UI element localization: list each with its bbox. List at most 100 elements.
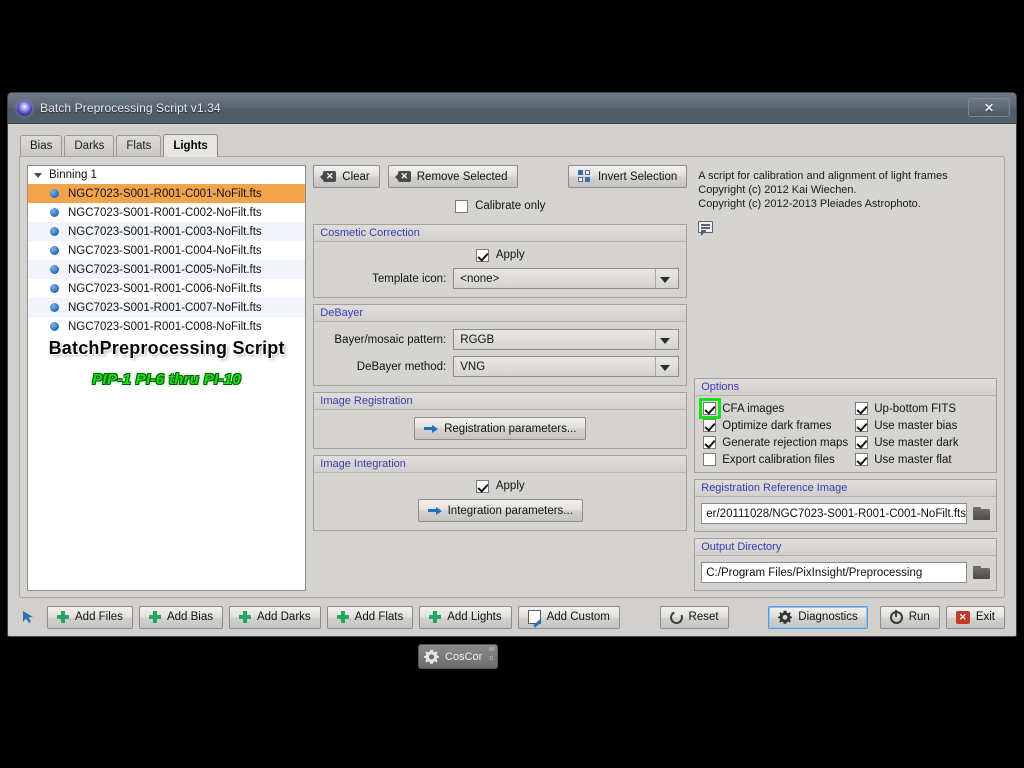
use-master-dark-checkbox[interactable] xyxy=(855,436,868,449)
output-directory-input[interactable]: C:/Program Files/PixInsight/Preprocessin… xyxy=(701,562,967,583)
up-bottom-fits-label: Up-bottom FITS xyxy=(874,403,956,415)
add-lights-button[interactable]: Add Lights xyxy=(419,606,511,629)
generate-rejection-maps-checkbox[interactable] xyxy=(703,436,716,449)
registration-parameters-button[interactable]: Registration parameters... xyxy=(414,417,586,440)
file-name: NGC7023-S001-R001-C001-NoFilt.fts xyxy=(68,188,262,200)
cfa-images-label: CFA images xyxy=(722,403,784,415)
chevron-down-icon[interactable] xyxy=(660,338,670,344)
use-master-flat-checkbox[interactable] xyxy=(855,453,868,466)
cfa-images-checkbox[interactable] xyxy=(703,402,716,415)
add-flats-button[interactable]: Add Flats xyxy=(327,606,414,629)
output-directory-title: Output Directory xyxy=(695,539,996,556)
option-up-bottom-fits[interactable]: Up-bottom FITS xyxy=(855,402,991,415)
file-name: NGC7023-S001-R001-C004-NoFilt.fts xyxy=(68,245,262,257)
plus-icon xyxy=(429,611,441,623)
file-bullet-icon xyxy=(50,246,59,255)
file-name: NGC7023-S001-R001-C006-NoFilt.fts xyxy=(68,283,262,295)
tab-bias[interactable]: Bias xyxy=(20,135,62,156)
file-list-item[interactable]: NGC7023-S001-R001-C006-NoFilt.fts xyxy=(28,279,305,298)
taskbar-item-coscor[interactable]: CosCor M D xyxy=(418,644,498,669)
combo-divider xyxy=(655,330,656,349)
gear-icon xyxy=(424,649,439,664)
invert-selection-label: Invert Selection xyxy=(598,171,677,183)
tab-panel-lights: Binning 1 NGC7023-S001-R001-C001-NoFilt.… xyxy=(19,156,1005,598)
option-optimize-dark-frames[interactable]: Optimize dark frames xyxy=(703,419,855,432)
file-list-item[interactable]: NGC7023-S001-R001-C004-NoFilt.fts xyxy=(28,241,305,260)
use-master-dark-label: Use master dark xyxy=(874,437,958,449)
options-title: Options xyxy=(695,379,996,396)
image-integration-title: Image Integration xyxy=(314,456,686,473)
debayer-method-select[interactable]: VNG xyxy=(453,356,679,377)
add-bias-button[interactable]: Add Bias xyxy=(139,606,223,629)
clear-label: Clear xyxy=(342,171,369,183)
cosmetic-apply-checkbox[interactable] xyxy=(476,249,489,262)
option-use-master-bias[interactable]: Use master bias xyxy=(855,419,991,432)
registration-parameters-label: Registration parameters... xyxy=(444,423,576,435)
watermark-title: BatchPreprocessing Script xyxy=(28,338,305,359)
badge-bottom: D xyxy=(489,656,493,662)
file-bullet-icon xyxy=(50,284,59,293)
registration-reference-input[interactable]: er/20111028/NGC7023-S001-R001-C001-NoFil… xyxy=(701,503,967,524)
settings-column: ✕ Clear ✕ Remove Selected Invert Selecti… xyxy=(313,165,687,591)
registration-reference-group: Registration Reference Image er/20111028… xyxy=(694,479,997,532)
file-list-item[interactable]: NGC7023-S001-R001-C008-NoFilt.fts xyxy=(28,317,305,336)
add-darks-label: Add Darks xyxy=(257,611,311,623)
registration-reference-title: Registration Reference Image xyxy=(695,480,996,497)
use-master-bias-checkbox[interactable] xyxy=(855,419,868,432)
title-bar: Batch Preprocessing Script v1.34 ✕ xyxy=(8,93,1016,124)
add-darks-button[interactable]: Add Darks xyxy=(229,606,321,629)
option-export-calibration-files[interactable]: Export calibration files xyxy=(703,453,855,466)
integration-parameters-button[interactable]: Integration parameters... xyxy=(418,499,583,522)
tree-group-binning1[interactable]: Binning 1 xyxy=(28,166,305,184)
optimize-dark-frames-checkbox[interactable] xyxy=(703,419,716,432)
diagnostics-button[interactable]: Diagnostics xyxy=(768,606,867,629)
close-button[interactable]: ✕ xyxy=(968,98,1010,117)
file-list-item[interactable]: NGC7023-S001-R001-C005-NoFilt.fts xyxy=(28,260,305,279)
tab-flats[interactable]: Flats xyxy=(116,135,161,156)
remove-selected-button[interactable]: ✕ Remove Selected xyxy=(388,165,518,188)
pointer-cursor-icon xyxy=(21,610,36,625)
debayer-method-label: DeBayer method: xyxy=(321,361,453,373)
chevron-down-icon[interactable] xyxy=(660,365,670,371)
exit-button[interactable]: ✕ Exit xyxy=(946,606,1005,629)
remove-selected-label: Remove Selected xyxy=(417,171,508,183)
file-list-item[interactable]: NGC7023-S001-R001-C002-NoFilt.fts xyxy=(28,203,305,222)
calibrate-only-checkbox[interactable] xyxy=(455,200,468,213)
up-bottom-fits-checkbox[interactable] xyxy=(855,402,868,415)
template-icon-label: Template icon: xyxy=(321,273,453,285)
integration-apply-checkbox[interactable] xyxy=(476,480,489,493)
invert-selection-button[interactable]: Invert Selection xyxy=(568,165,687,188)
image-integration-group: Image Integration Apply Integration para… xyxy=(313,455,687,531)
folder-browse-icon[interactable] xyxy=(973,566,990,580)
tab-lights[interactable]: Lights xyxy=(163,134,218,157)
reset-button[interactable]: Reset xyxy=(660,606,729,629)
documentation-icon[interactable] xyxy=(698,221,713,233)
bottom-action-bar: Add Files Add Bias Add Darks Add Flats A… xyxy=(8,598,1016,636)
plus-icon xyxy=(337,611,349,623)
tab-darks[interactable]: Darks xyxy=(64,135,114,156)
pixinsight-orb-icon xyxy=(17,101,32,116)
file-list-item[interactable]: NGC7023-S001-R001-C007-NoFilt.fts xyxy=(28,298,305,317)
badge-top: M xyxy=(489,647,494,653)
chevron-down-icon[interactable] xyxy=(34,173,42,178)
run-button[interactable]: Run xyxy=(880,606,940,629)
debayer-group: DeBayer Bayer/mosaic pattern: RGGB DeBay… xyxy=(313,304,687,386)
file-list-item[interactable]: NGC7023-S001-R001-C003-NoFilt.fts xyxy=(28,222,305,241)
template-icon-select[interactable]: <none> xyxy=(453,268,679,289)
option-cfa-images[interactable]: CFA images xyxy=(703,402,855,415)
option-generate-rejection-maps[interactable]: Generate rejection maps xyxy=(703,436,855,449)
remove-icon: ✕ xyxy=(398,171,411,182)
image-registration-title: Image Registration xyxy=(314,393,686,410)
option-use-master-flat[interactable]: Use master flat xyxy=(855,453,991,466)
file-tree[interactable]: Binning 1 NGC7023-S001-R001-C001-NoFilt.… xyxy=(27,165,306,591)
chevron-down-icon[interactable] xyxy=(660,277,670,283)
export-calibration-files-checkbox[interactable] xyxy=(703,453,716,466)
folder-browse-icon[interactable] xyxy=(973,507,990,521)
integration-apply-label: Apply xyxy=(496,480,525,493)
clear-button[interactable]: ✕ Clear xyxy=(313,165,379,188)
add-custom-button[interactable]: Add Custom xyxy=(518,606,620,629)
bayer-pattern-select[interactable]: RGGB xyxy=(453,329,679,350)
file-list-item[interactable]: NGC7023-S001-R001-C001-NoFilt.fts xyxy=(28,184,305,203)
add-files-button[interactable]: Add Files xyxy=(47,606,133,629)
option-use-master-dark[interactable]: Use master dark xyxy=(855,436,991,449)
